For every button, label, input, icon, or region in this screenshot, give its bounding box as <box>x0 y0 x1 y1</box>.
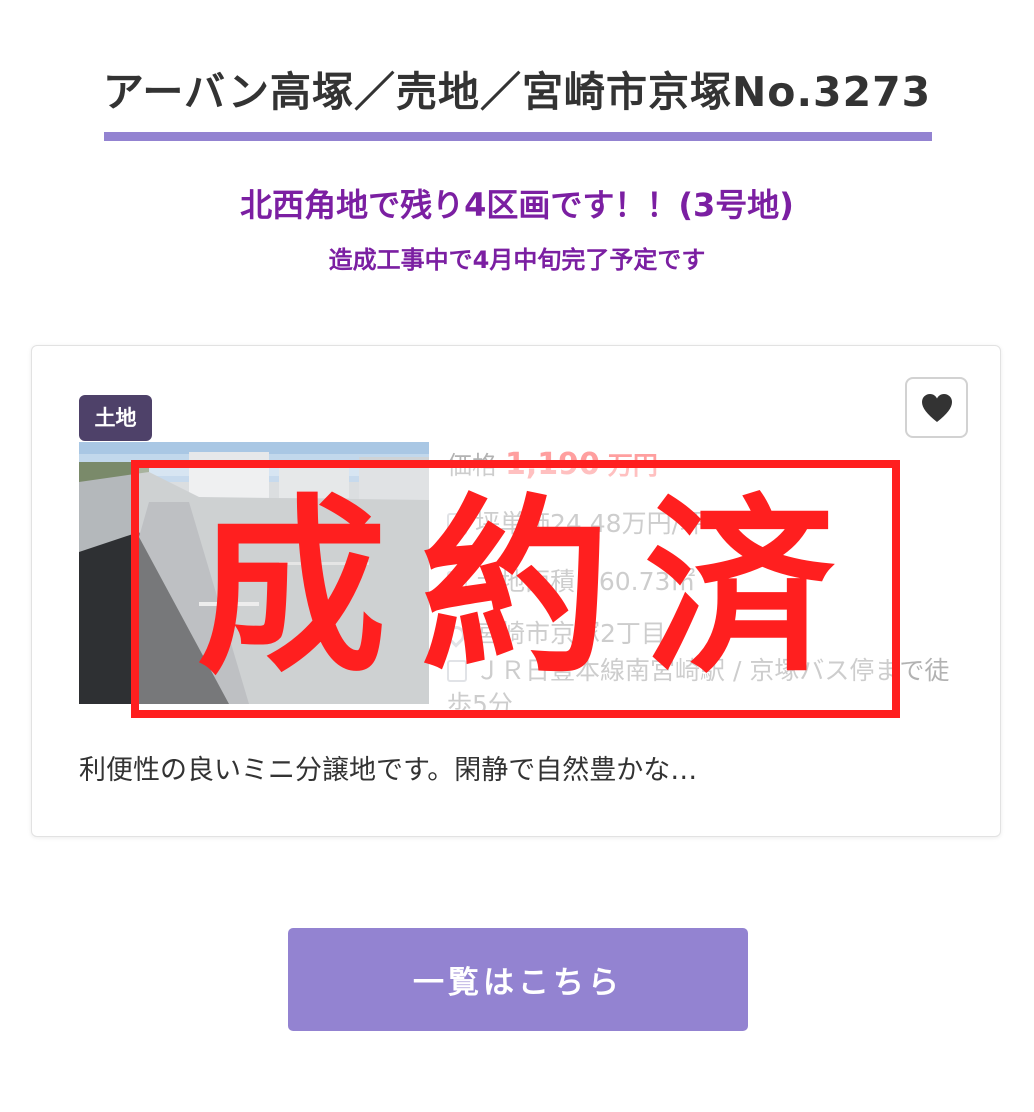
favorite-button[interactable] <box>905 377 968 438</box>
property-description: 利便性の良いミニ分譲地です。閑静で自然豊かな… <box>79 755 698 786</box>
heart-icon <box>921 393 952 422</box>
view-list-button[interactable]: 一覧はこちら <box>288 928 748 1031</box>
title-underline <box>104 132 932 141</box>
sold-stamp-text: 成約済 <box>196 478 869 699</box>
property-card[interactable]: 土地 価格 1,190 万円 坪単価24.48万円/坪 土地面積 160.73㎡… <box>31 345 1001 837</box>
sub-headline: 造成工事中で4月中旬完了予定です <box>328 246 706 274</box>
headline: 北西角地で残り4区画です！！(3号地) <box>240 186 794 224</box>
property-type-badge: 土地 <box>79 395 152 441</box>
sold-stamp: 成約済 <box>131 460 900 718</box>
page-title: アーバン高塚／売地／宮崎市京塚No.3273 <box>102 68 932 116</box>
